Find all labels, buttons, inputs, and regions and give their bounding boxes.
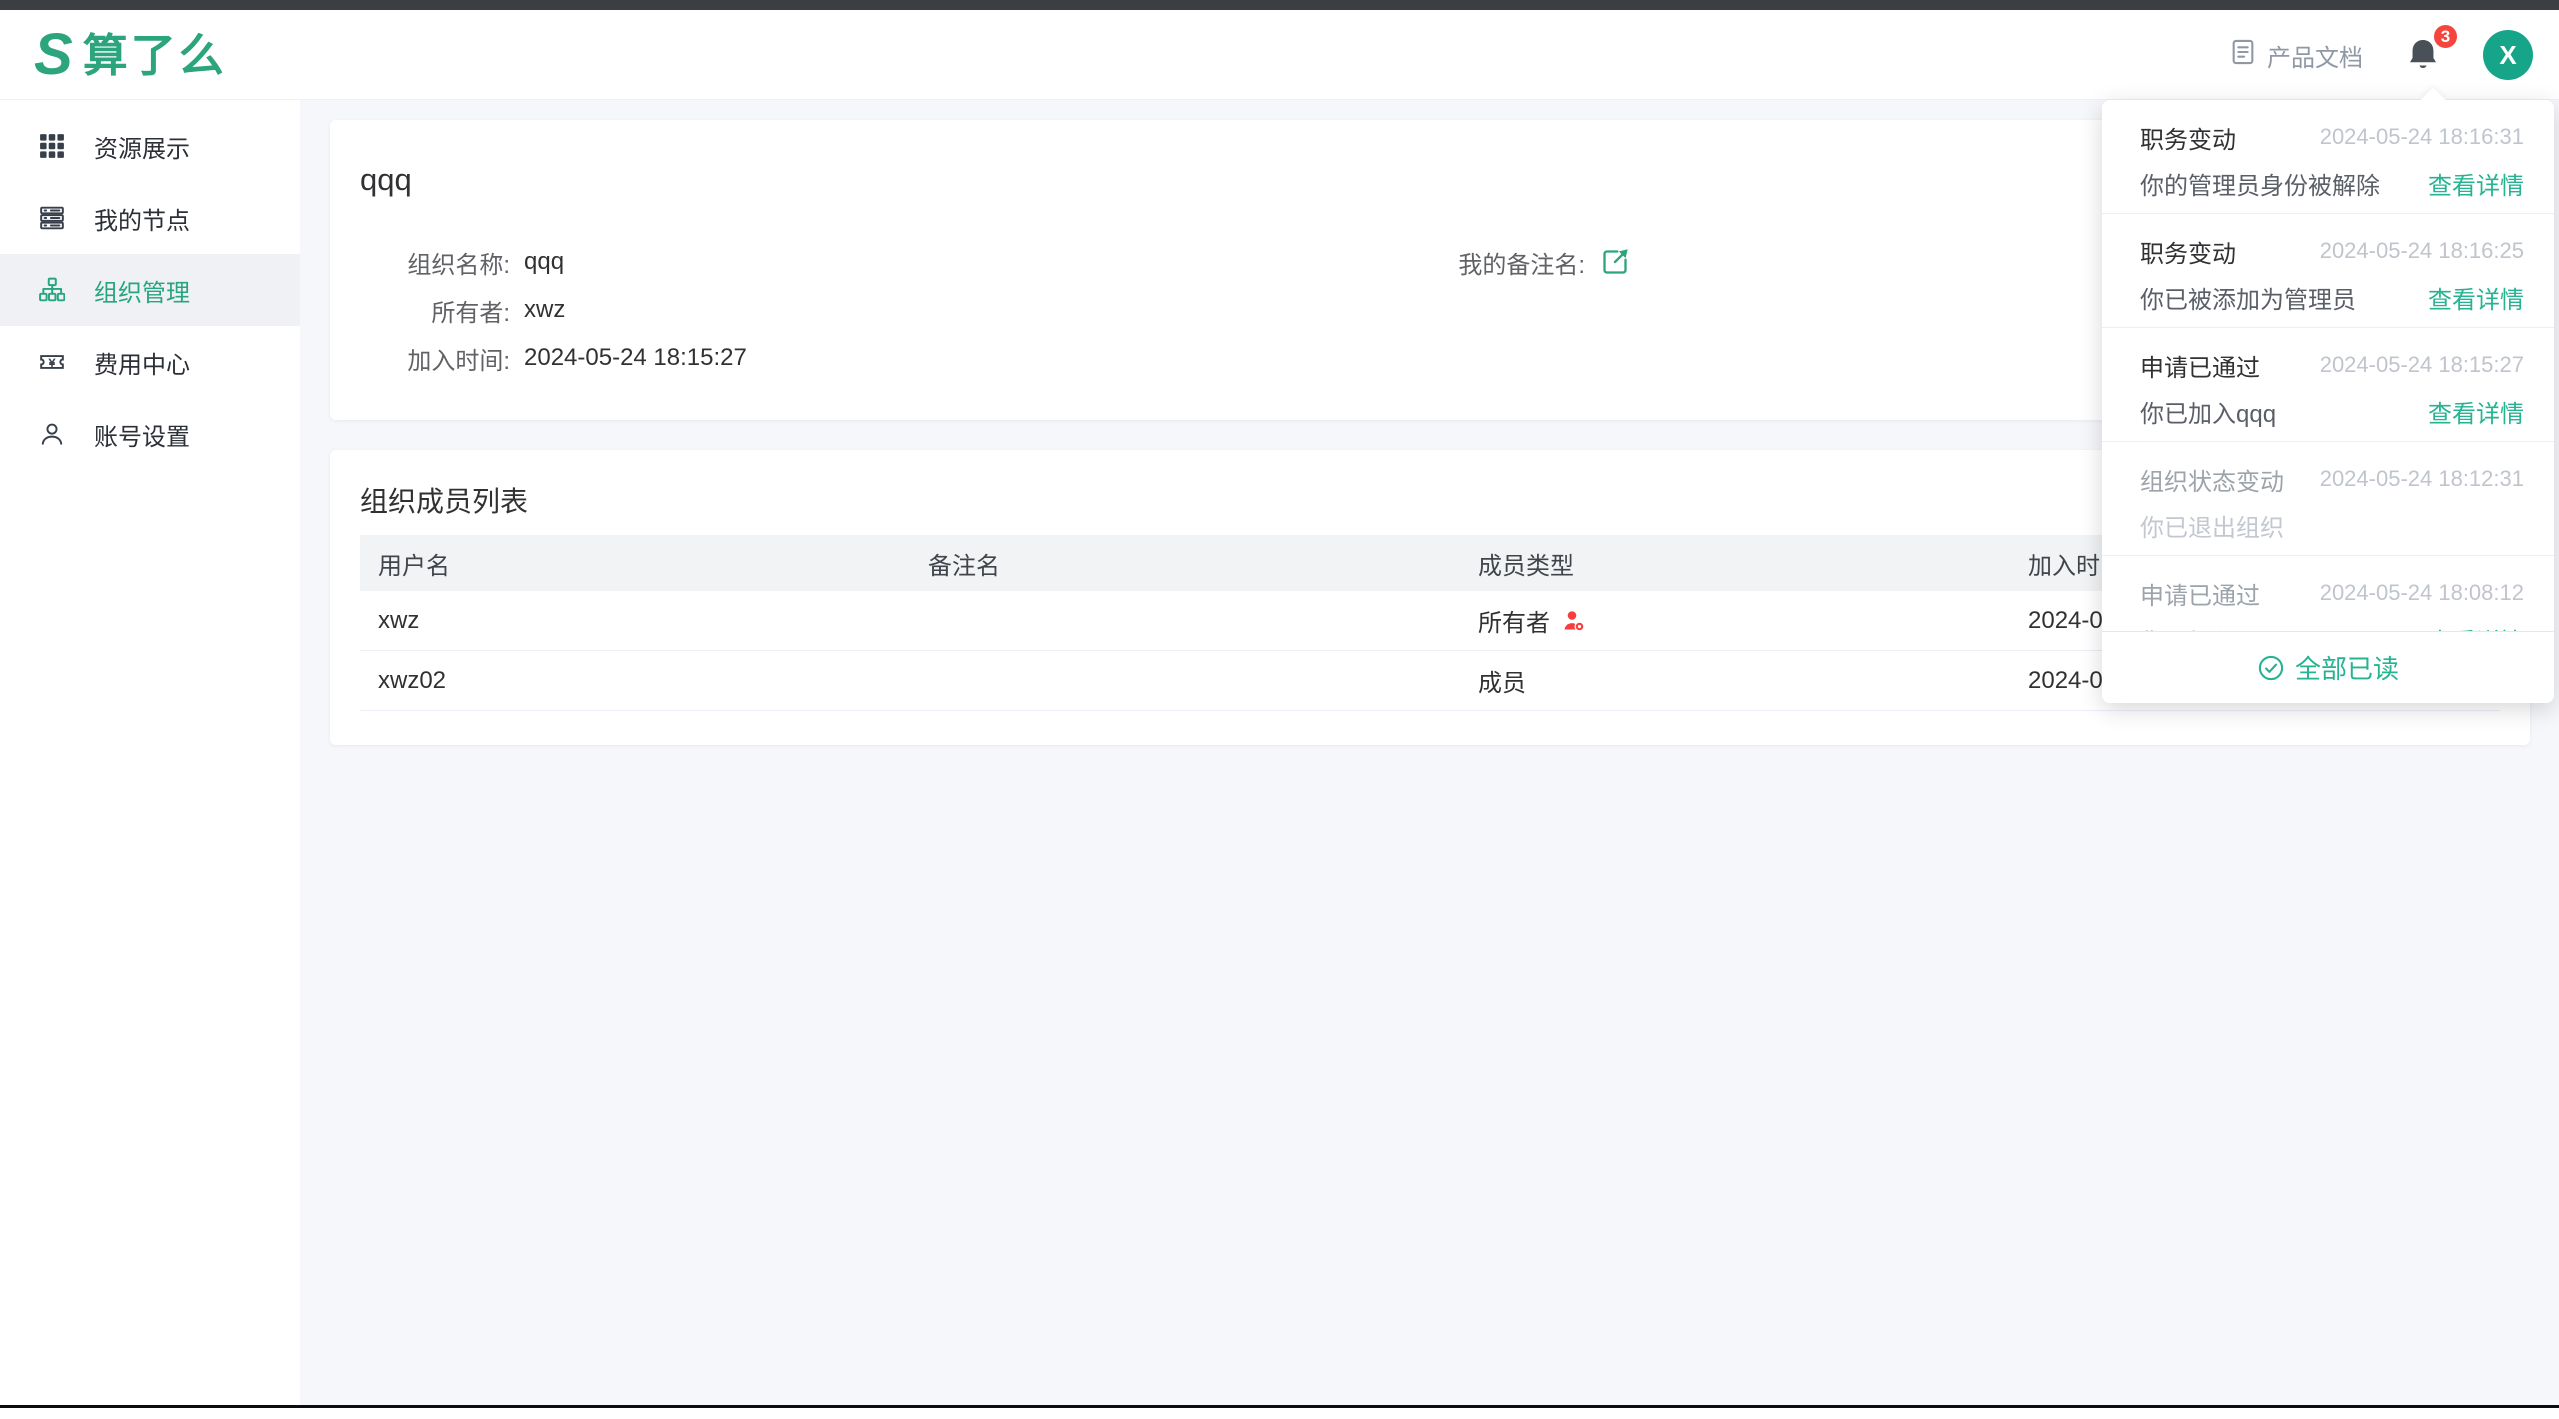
member-type-text: 成员 [1478,663,1526,698]
members-title: 组织成员列表 [360,480,528,520]
server-icon [38,204,66,232]
org-owner-value: xwz [524,296,565,324]
sidebar-item-label: 资源展示 [94,129,190,164]
billing-ticket-icon: ¥ [38,348,66,376]
grid-icon [38,132,66,160]
sidebar-item-account[interactable]: 账号设置 [0,398,300,470]
cell-username: xwz [360,607,910,635]
edit-pencil-icon [1601,248,1629,276]
cell-member-type: 成员 [1460,663,2010,698]
org-owner-label: 所有者: [360,293,510,328]
notification-item-read: 组织状态变动 2024-05-24 18:12:31 你已退出组织 [2102,442,2554,556]
sidebar-item-nodes[interactable]: 我的节点 [0,182,300,254]
owner-icon [1562,609,1586,633]
org-chart-icon [38,276,66,304]
sidebar-item-label: 组织管理 [94,273,190,308]
notification-title: 申请已通过 [2140,348,2260,383]
notification-time: 2024-05-24 18:12:31 [2320,466,2524,492]
org-join-time-value: 2024-05-24 18:15:27 [524,344,747,372]
svg-text:¥: ¥ [48,358,56,370]
sidebar-item-org-management[interactable]: 组织管理 [0,254,300,326]
top-header: S 算了么 产品文档 3 X [0,10,2559,100]
notification-time: 2024-05-24 18:16:25 [2320,238,2524,264]
notification-body: 你已退出组织 [2140,508,2284,543]
notification-body: 你的管理员身份被解除 [2140,166,2380,201]
org-fields: 组织名称: qqq 所有者: xwz 加入时间: 2024-05-24 18:1… [360,248,747,372]
notification-body: 你已加入qqq [2140,394,2276,429]
member-type-text: 所有者 [1478,603,1550,638]
org-join-time-row: 加入时间: 2024-05-24 18:15:27 [360,344,747,372]
document-icon [2229,38,2257,73]
user-avatar[interactable]: X [2483,30,2533,80]
cell-username: xwz02 [360,667,910,695]
my-remark-row: 我的备注名: [1440,248,1629,276]
org-name-label: 组织名称: [360,245,510,280]
notification-title: 组织状态变动 [2140,462,2284,497]
col-member-type: 成员类型 [1460,546,2010,581]
sidebar-item-label: 我的节点 [94,201,190,236]
product-docs-label: 产品文档 [2267,38,2363,73]
view-details-link[interactable]: 查看详情 [2428,166,2524,201]
sidebar-nav: 资源展示 我的节点 组织管理 [0,100,300,1405]
notification-bell-button[interactable]: 3 [2401,31,2445,79]
notification-dropdown: 职务变动 2024-05-24 18:16:31 你的管理员身份被解除 查看详情… [2102,100,2554,703]
header-actions: 产品文档 3 X [2229,10,2533,100]
sidebar-item-label: 账号设置 [94,417,190,452]
person-icon [38,420,66,448]
mark-all-read-button[interactable]: 全部已读 [2102,631,2554,703]
bottom-edge-line [0,1405,2559,1408]
mark-all-read-label: 全部已读 [2295,649,2399,686]
notification-item: 申请已通过 2024-05-24 18:15:27 你已加入qqq 查看详情 [2102,328,2554,442]
col-remark: 备注名 [910,546,1460,581]
org-title: qqq [360,162,412,198]
cell-member-type: 所有者 [1460,603,2010,638]
view-details-link[interactable]: 查看详情 [2428,394,2524,429]
my-remark-label: 我的备注名: [1440,245,1585,280]
notification-body: 你已被添加为管理员 [2140,280,2356,315]
sidebar-item-label: 费用中心 [94,345,190,380]
notification-list: 职务变动 2024-05-24 18:16:31 你的管理员身份被解除 查看详情… [2102,100,2554,703]
browser-edge-strip [0,0,2559,10]
notification-item: 职务变动 2024-05-24 18:16:25 你已被添加为管理员 查看详情 [2102,214,2554,328]
notification-title: 职务变动 [2140,234,2236,269]
notification-title: 职务变动 [2140,120,2236,155]
notification-time: 2024-05-24 18:08:12 [2320,580,2524,606]
notification-item: 职务变动 2024-05-24 18:16:31 你的管理员身份被解除 查看详情 [2102,100,2554,214]
logo-wordmark: 算了么 [83,33,227,78]
check-circle-icon [2257,654,2285,682]
notification-count-badge: 3 [2432,23,2459,50]
org-name-row: 组织名称: qqq [360,248,747,276]
notification-title: 申请已通过 [2140,576,2260,611]
org-owner-row: 所有者: xwz [360,296,747,324]
app-logo: S 算了么 [34,10,227,100]
edit-remark-button[interactable] [1601,248,1629,276]
org-join-time-label: 加入时间: [360,341,510,376]
notification-time: 2024-05-24 18:16:31 [2320,124,2524,150]
sidebar-item-resources[interactable]: 资源展示 [0,110,300,182]
col-username: 用户名 [360,546,910,581]
sidebar-item-billing[interactable]: ¥ 费用中心 [0,326,300,398]
view-details-link[interactable]: 查看详情 [2428,280,2524,315]
logo-s-glyph: S [34,26,73,84]
app-window: S 算了么 产品文档 3 X [0,0,2559,1419]
notification-time: 2024-05-24 18:15:27 [2320,352,2524,378]
org-name-value: qqq [524,248,564,276]
product-docs-link[interactable]: 产品文档 [2229,38,2363,73]
